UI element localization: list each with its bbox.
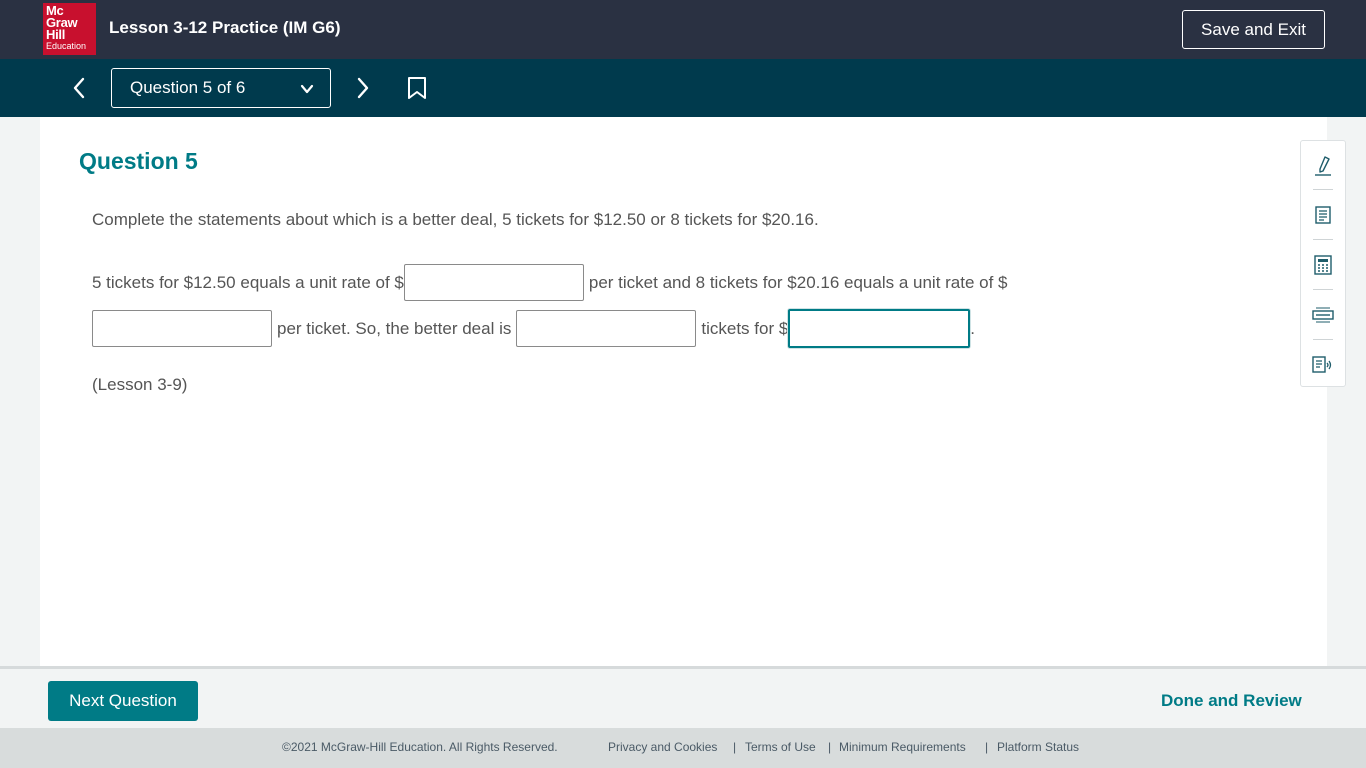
- statement-text: per ticket. So, the better deal is: [277, 318, 512, 338]
- logo-text-education: Education: [46, 41, 87, 51]
- calculator-tool-button[interactable]: [1301, 240, 1345, 289]
- better-deal-tickets-input[interactable]: [516, 310, 697, 347]
- logo-text-hill: Hill: [46, 27, 66, 42]
- chevron-left-icon: [73, 77, 85, 99]
- statement-text: tickets for $: [701, 318, 789, 338]
- statement-line-1: 5 tickets for $12.50 equals a unit rate …: [92, 264, 1008, 301]
- done-and-review-link[interactable]: Done and Review: [1161, 691, 1302, 711]
- bookmark-button[interactable]: [397, 59, 437, 117]
- highlighter-tool-button[interactable]: [1301, 141, 1345, 190]
- question-prompt: Complete the statements about which is a…: [92, 210, 819, 229]
- assignment-title: Lesson 3-12 Practice (IM G6): [109, 18, 341, 37]
- next-question-arrow-button[interactable]: [343, 59, 383, 117]
- question-selector-label: Question 5 of 6: [130, 78, 246, 97]
- notepad-tool-button[interactable]: [1301, 190, 1345, 239]
- line-reader-tool-button[interactable]: [1301, 290, 1345, 339]
- statement-line-2: per ticket. So, the better deal is ticke…: [92, 309, 975, 348]
- terms-link[interactable]: Terms of Use: [745, 740, 816, 754]
- text-to-speech-icon: [1312, 355, 1332, 373]
- minimum-requirements-link[interactable]: Minimum Requirements: [839, 740, 966, 754]
- previous-question-button[interactable]: [59, 59, 99, 117]
- bookmark-icon: [408, 77, 426, 99]
- legal-footer: ©2021 McGraw-Hill Education. All Rights …: [0, 728, 1366, 768]
- unit-rate-8-tickets-input[interactable]: [92, 310, 272, 347]
- statement-text: 5 tickets for $12.50 equals a unit rate …: [92, 272, 404, 292]
- line-reader-icon: [1312, 307, 1334, 322]
- question-heading: Question 5: [79, 148, 198, 174]
- privacy-link[interactable]: Privacy and Cookies: [608, 740, 717, 754]
- highlighter-icon: [1315, 155, 1331, 176]
- notepad-icon: [1315, 205, 1331, 224]
- chevron-right-icon: [357, 77, 369, 99]
- question-nav-bar: Question 5 of 6: [0, 59, 1366, 117]
- next-question-button[interactable]: Next Question: [48, 681, 198, 721]
- tools-panel: [1300, 140, 1346, 387]
- text-to-speech-tool-button[interactable]: [1301, 340, 1345, 389]
- top-bar: Mc Graw Hill Education Lesson 3-12 Pract…: [0, 0, 1366, 59]
- question-selector-dropdown[interactable]: Question 5 of 6: [111, 68, 331, 108]
- statement-text: .: [970, 318, 976, 338]
- mcgraw-hill-logo: Mc Graw Hill Education: [43, 3, 96, 55]
- copyright-text: ©2021 McGraw-Hill Education. All Rights …: [282, 740, 558, 754]
- statement-text: per ticket and 8 tickets for $20.16 equa…: [588, 272, 1008, 292]
- unit-rate-5-tickets-input[interactable]: [403, 264, 584, 301]
- platform-status-link[interactable]: Platform Status: [997, 740, 1079, 754]
- footer-action-bar: Next Question Done and Review: [0, 666, 1366, 728]
- lesson-reference: (Lesson 3-9): [92, 375, 188, 394]
- chevron-down-icon: [300, 84, 314, 94]
- save-and-exit-button[interactable]: Save and Exit: [1182, 10, 1325, 49]
- better-deal-price-input[interactable]: [788, 309, 971, 348]
- question-content-panel: Question 5 Complete the statements about…: [40, 117, 1327, 666]
- calculator-icon: [1314, 254, 1332, 275]
